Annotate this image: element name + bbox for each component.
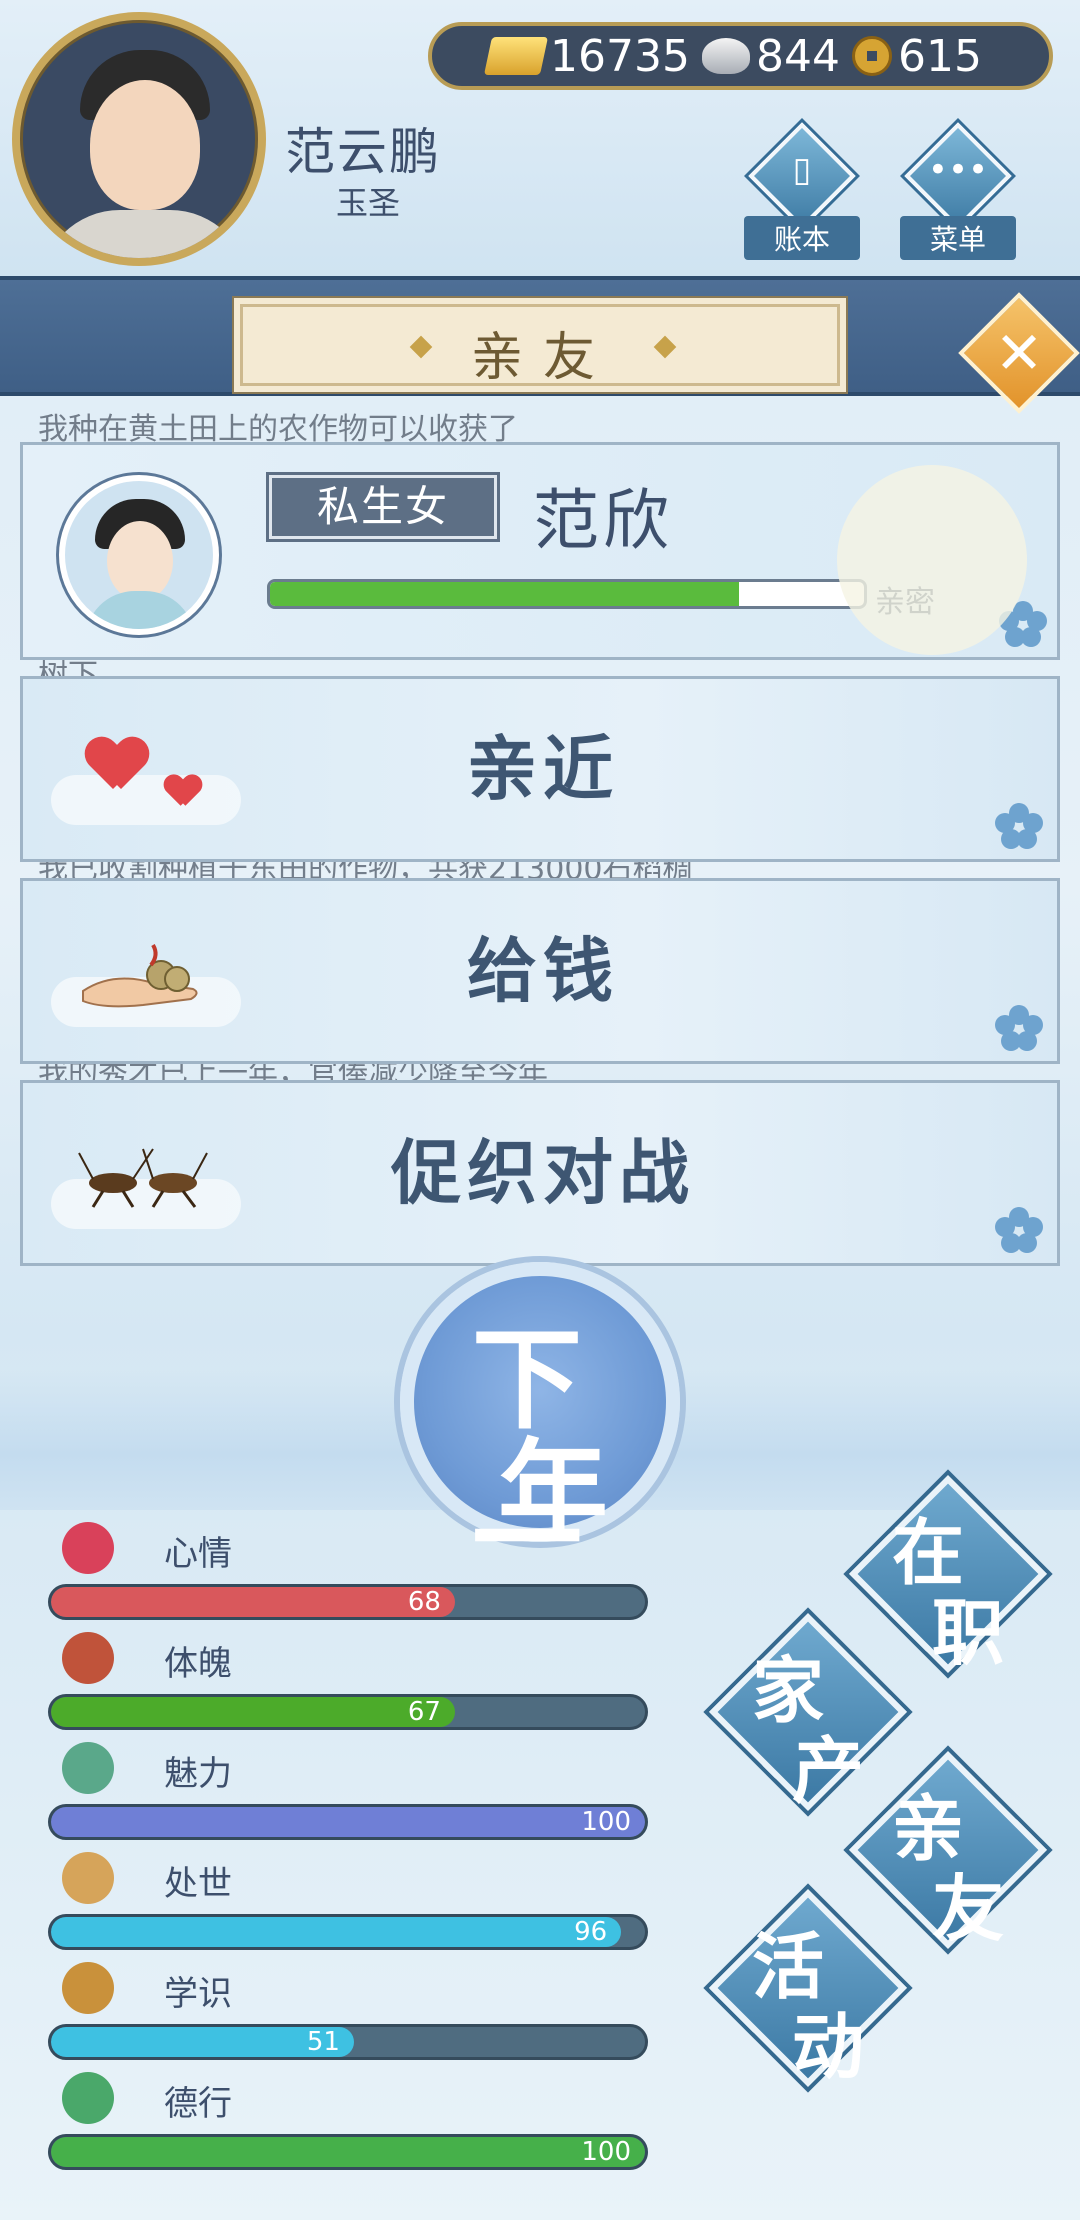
action-cricket-fight-button[interactable]: 促织对战 bbox=[20, 1080, 1060, 1266]
action-label: 给钱 bbox=[467, 930, 619, 1012]
copper-coin-icon bbox=[851, 36, 892, 76]
gold-ingot-icon bbox=[483, 37, 549, 75]
silver-ingot-icon bbox=[701, 38, 750, 74]
flower-icon bbox=[995, 1207, 1043, 1255]
stat-value: 100 bbox=[581, 2137, 631, 2167]
silver-currency: 844 bbox=[701, 30, 840, 82]
ledger-button[interactable]: ▯ 账本 bbox=[744, 122, 860, 260]
stat-bar: 100 bbox=[48, 1804, 648, 1840]
stat-name: 学识 bbox=[164, 1974, 232, 2014]
stat-bar: 67 bbox=[48, 1694, 648, 1730]
intimacy-bar bbox=[267, 579, 867, 609]
stat-row: 体魄 67 bbox=[40, 1632, 660, 1742]
flower-icon bbox=[62, 1522, 114, 1574]
header: 范云鹏 玉圣 16735 844 615 ▯ 账本 ••• 菜单 bbox=[0, 0, 1080, 280]
stat-value: 67 bbox=[407, 1697, 441, 1727]
stat-row: 魅力 100 bbox=[40, 1742, 660, 1852]
stat-row: 心情 68 bbox=[40, 1522, 660, 1632]
silver-amount: 844 bbox=[755, 30, 840, 82]
mirror-icon bbox=[62, 1742, 114, 1794]
relation-badge: 私生女 bbox=[269, 475, 497, 539]
flower-icon bbox=[995, 803, 1043, 851]
player-title: 玉圣 bbox=[336, 184, 401, 222]
jade-pendant-icon bbox=[62, 2072, 114, 2124]
stat-name: 魅力 bbox=[164, 1754, 232, 1794]
menu-label: 菜单 bbox=[900, 216, 1016, 260]
gold-currency: 16735 bbox=[483, 30, 690, 82]
stat-name: 德行 bbox=[164, 2084, 232, 2124]
close-icon[interactable]: ✕ bbox=[982, 310, 1056, 396]
page-title: 亲友 bbox=[470, 328, 615, 388]
ledger-label: 账本 bbox=[744, 216, 860, 260]
flower-icon bbox=[999, 601, 1047, 649]
stat-name: 处世 bbox=[164, 1864, 232, 1904]
stat-bar: 100 bbox=[48, 2134, 648, 2170]
title-plate: 亲友 bbox=[240, 304, 840, 388]
stat-name: 体魄 bbox=[164, 1644, 232, 1684]
hand-icon bbox=[62, 1852, 114, 1904]
stat-value: 68 bbox=[407, 1587, 441, 1617]
stat-row: 学识 51 bbox=[40, 1962, 660, 2072]
next-year-button[interactable]: 下一 年 bbox=[400, 1262, 680, 1604]
currency-bar: 16735 844 615 bbox=[428, 22, 1053, 90]
action-label: 亲近 bbox=[467, 728, 619, 810]
stat-bar: 68 bbox=[48, 1584, 648, 1620]
menu-button[interactable]: ••• 菜单 bbox=[900, 122, 1016, 260]
gold-amount: 16735 bbox=[550, 30, 690, 82]
stat-value: 100 bbox=[581, 1807, 631, 1837]
intimacy-label: 亲密 bbox=[875, 585, 935, 620]
action-label: 促织对战 bbox=[391, 1132, 695, 1214]
hydrant-icon bbox=[62, 1632, 114, 1684]
stat-row: 德行 100 bbox=[40, 2072, 660, 2182]
stat-value: 96 bbox=[574, 1917, 608, 1947]
player-name: 范云鹏 bbox=[285, 123, 441, 181]
copper-amount: 615 bbox=[897, 30, 982, 82]
stat-bar: 96 bbox=[48, 1914, 648, 1950]
character-card[interactable]: 私生女 范欣 亲密 bbox=[20, 442, 1060, 660]
character-avatar bbox=[59, 475, 219, 635]
title-banner: 亲友 bbox=[0, 276, 1080, 396]
stat-bar: 51 bbox=[48, 2024, 648, 2060]
flower-icon bbox=[995, 1005, 1043, 1053]
action-give-money-button[interactable]: 给钱 bbox=[20, 878, 1060, 1064]
books-icon bbox=[62, 1962, 114, 2014]
player-avatar[interactable] bbox=[12, 12, 266, 266]
intimacy-fill bbox=[270, 582, 740, 606]
stat-row: 处世 96 bbox=[40, 1852, 660, 1962]
stat-value: 51 bbox=[306, 2027, 340, 2057]
copper-currency: 615 bbox=[851, 30, 982, 82]
character-name: 范欣 bbox=[533, 482, 673, 559]
stat-name: 心情 bbox=[164, 1534, 232, 1574]
action-get-close-button[interactable]: 亲近 bbox=[20, 676, 1060, 862]
side-button-activities[interactable]: 活 动 bbox=[708, 1888, 908, 2089]
